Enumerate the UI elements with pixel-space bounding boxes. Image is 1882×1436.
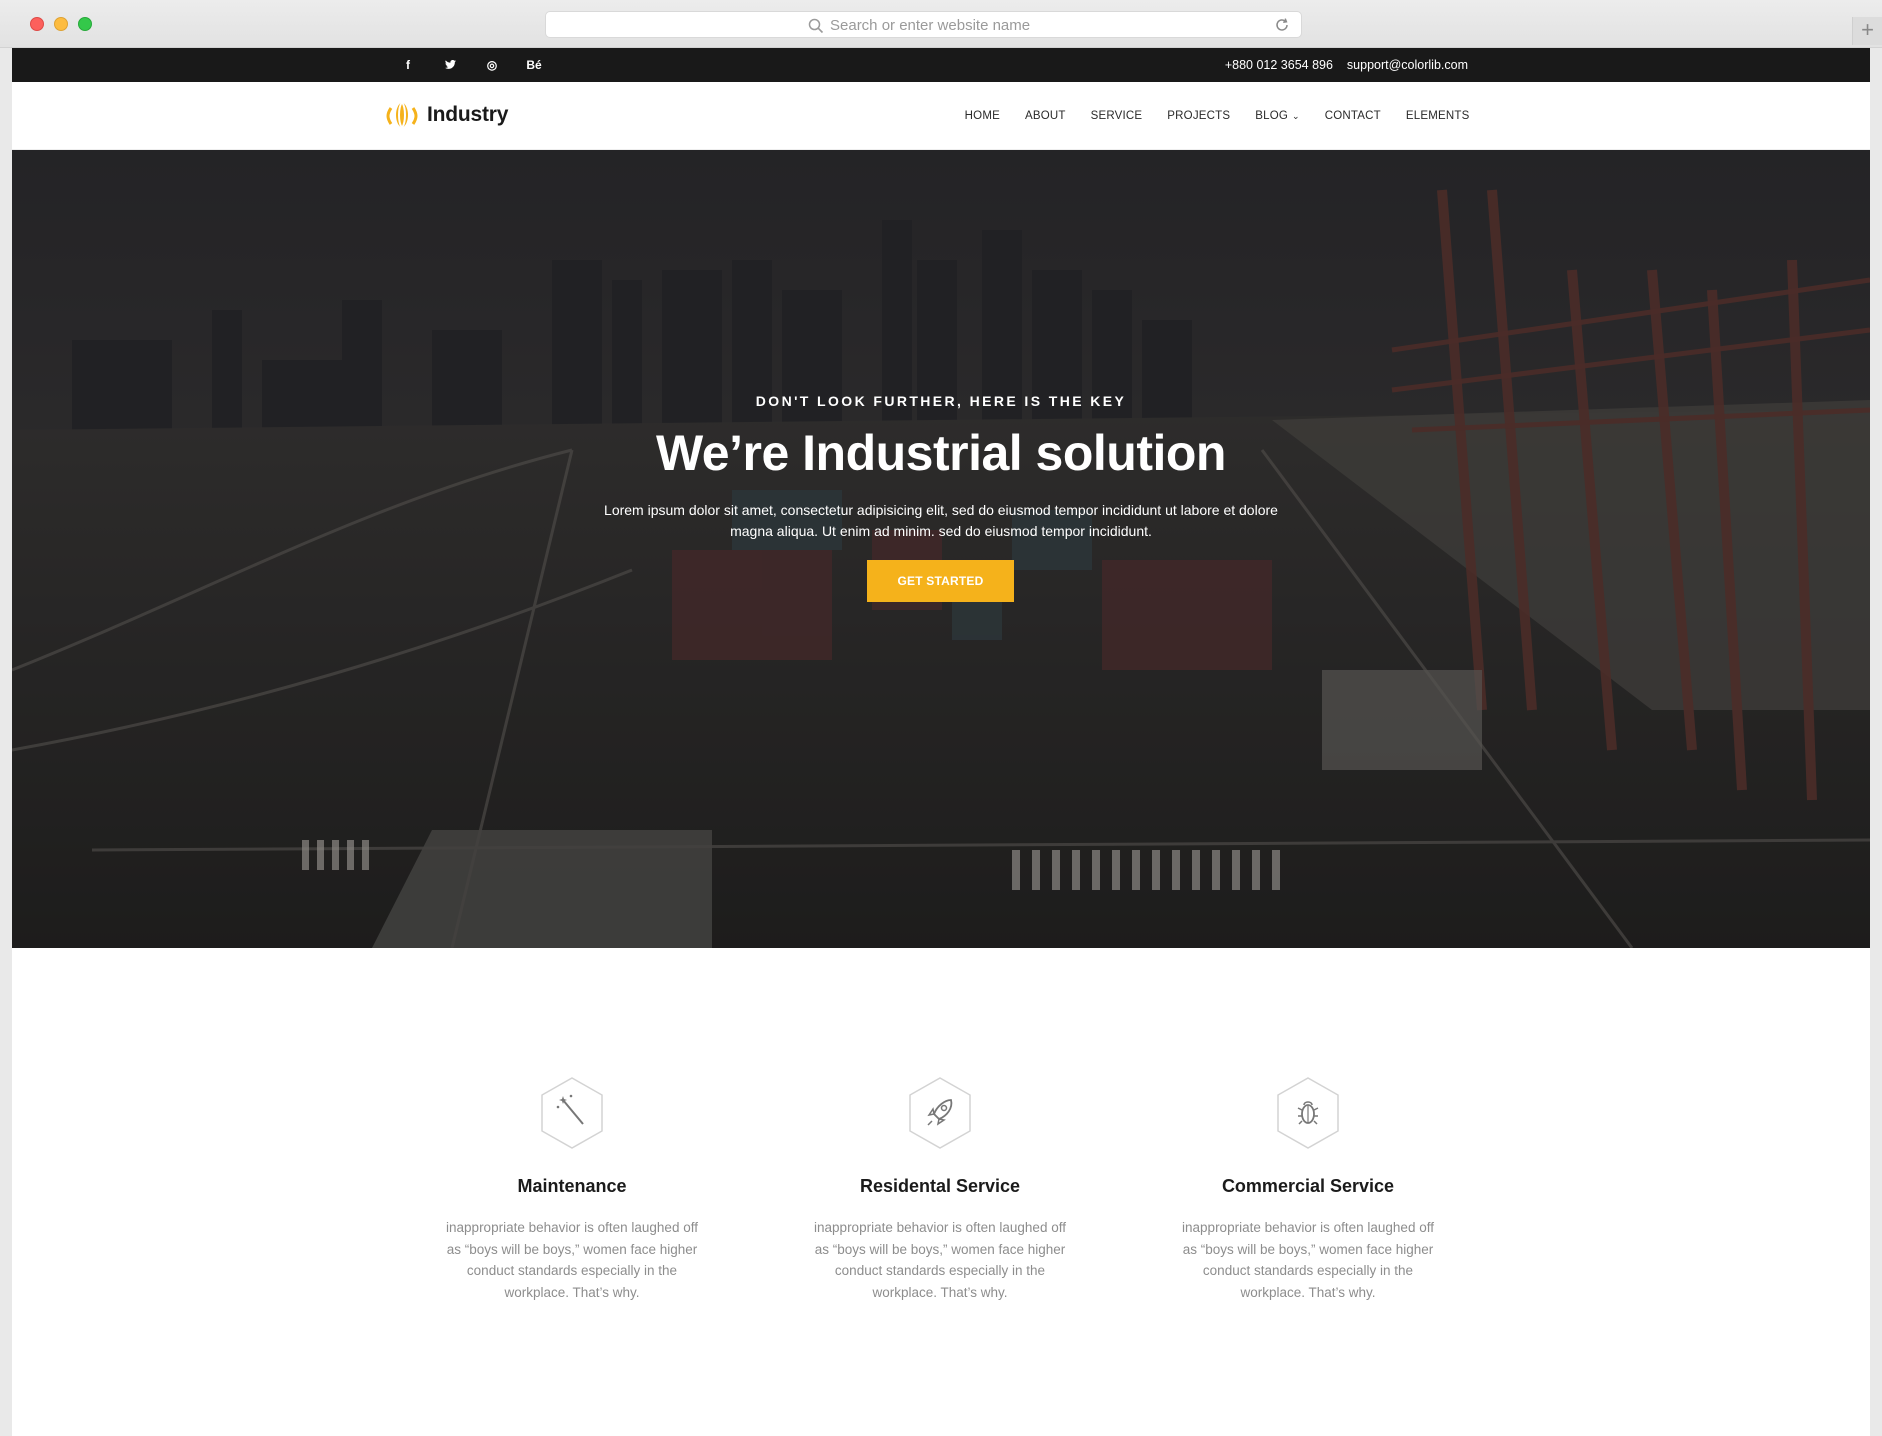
main-navigation: Industry HOME ABOUT SERVICE PROJECTS BLO…: [12, 82, 1870, 150]
service-description: inappropriate behavior is often laughed …: [446, 1220, 698, 1300]
nav-item-elements[interactable]: ELEMENTS: [1393, 110, 1482, 122]
nav-item-contact[interactable]: CONTACT: [1312, 110, 1393, 122]
top-info-bar: f ◎ Bé +880 012 3654 896 support@colorli…: [12, 48, 1870, 82]
hero-subtitle: DON'T LOOK FURTHER, HERE IS THE KEY: [755, 393, 1127, 409]
browser-window: + f ◎ Bé +880 012 3654 896 support@color…: [0, 0, 1882, 1436]
facebook-icon[interactable]: f: [387, 58, 429, 72]
nav-item-projects[interactable]: PROJECTS: [1155, 110, 1243, 122]
service-description: inappropriate behavior is often laughed …: [814, 1220, 1066, 1300]
social-links: f ◎ Bé: [387, 48, 555, 82]
contact-info: +880 012 3654 896 support@colorlib.com: [1225, 48, 1468, 82]
reload-icon[interactable]: [1273, 16, 1291, 34]
hero-title: We’re Industrial solution: [656, 425, 1226, 481]
hero-banner: DON'T LOOK FURTHER, HERE IS THE KEY We’r…: [12, 150, 1870, 948]
page-viewport: f ◎ Bé +880 012 3654 896 support@colorli…: [12, 48, 1870, 1436]
nav-item-home[interactable]: HOME: [952, 110, 1012, 122]
service-title: Commercial Service: [1221, 1176, 1395, 1196]
magic-wand-icon: [541, 1077, 603, 1149]
behance-icon[interactable]: Bé: [513, 58, 555, 72]
address-input[interactable]: [830, 15, 1160, 36]
site-logo[interactable]: Industry: [385, 98, 508, 132]
service-title: Residental Service: [859, 1176, 1021, 1196]
dribbble-icon[interactable]: ◎: [471, 58, 513, 72]
address-bar[interactable]: [545, 11, 1302, 38]
zoom-window-button[interactable]: [78, 17, 92, 31]
hero-overlay: [12, 150, 1870, 948]
service-title: Maintenance: [517, 1176, 627, 1196]
chevron-down-icon: ⌄: [1292, 111, 1300, 121]
hero-description: Lorem ipsum dolor sit amet, consectetur …: [604, 502, 1278, 539]
nav-item-blog[interactable]: BLOG ⌄: [1243, 110, 1313, 122]
brand-name: Industry: [427, 103, 509, 126]
nav-item-about[interactable]: ABOUT: [1012, 110, 1078, 122]
service-card: Residental Service inappropriate behavio…: [806, 1076, 1074, 1303]
nav-menu: HOME ABOUT SERVICE PROJECTS BLOG ⌄ CONTAC…: [952, 82, 1482, 150]
bug-icon: [1277, 1077, 1339, 1149]
support-email[interactable]: support@colorlib.com: [1347, 58, 1468, 72]
get-started-button[interactable]: GET STARTED: [867, 560, 1014, 602]
service-card: Commercial Service inappropriate behavio…: [1174, 1076, 1442, 1303]
service-description: inappropriate behavior is often laughed …: [1182, 1220, 1434, 1300]
browser-toolbar: +: [0, 0, 1882, 48]
logo-icon: [386, 101, 418, 129]
close-window-button[interactable]: [30, 17, 44, 31]
services-section: Maintenance inappropriate behavior is of…: [12, 948, 1870, 1436]
new-tab-button[interactable]: +: [1852, 17, 1882, 45]
rocket-icon: [909, 1077, 971, 1149]
minimize-window-button[interactable]: [54, 17, 68, 31]
twitter-icon[interactable]: [429, 58, 471, 72]
nav-item-blog-label: BLOG: [1255, 110, 1289, 122]
phone-number[interactable]: +880 012 3654 896: [1225, 58, 1333, 72]
nav-item-service[interactable]: SERVICE: [1078, 110, 1155, 122]
search-icon: [808, 18, 824, 34]
service-card: Maintenance inappropriate behavior is of…: [438, 1076, 706, 1303]
